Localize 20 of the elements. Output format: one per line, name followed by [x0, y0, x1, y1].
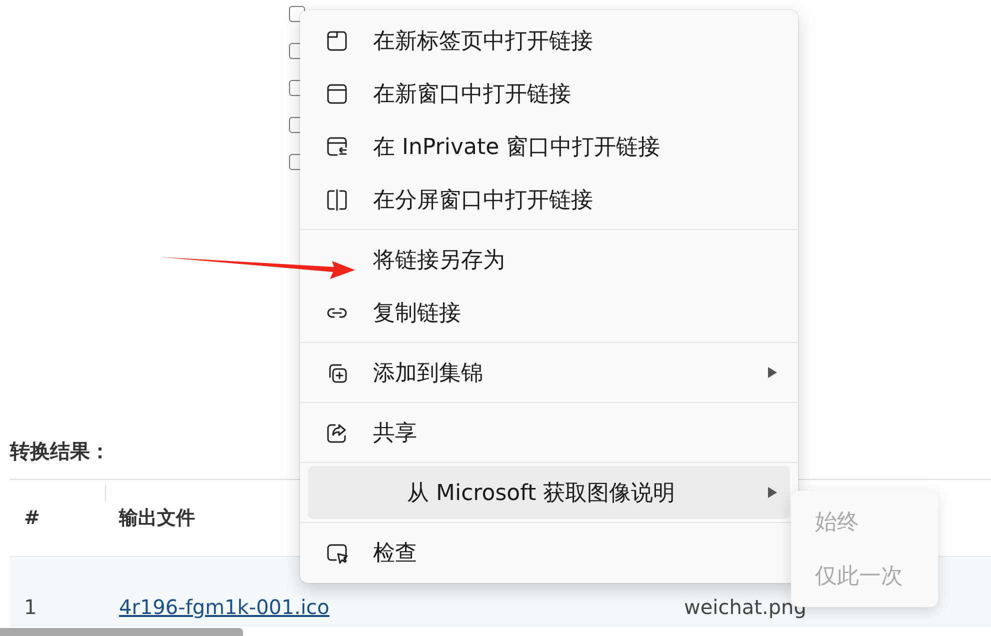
table-cell-text: 1	[23, 595, 38, 619]
split-screen-icon	[325, 188, 349, 212]
private-window-icon	[325, 134, 349, 158]
menu-item[interactable]: 检查	[308, 526, 790, 579]
file-link[interactable]: 4r196-fgm1k-001.ico	[119, 595, 330, 619]
column-header: #	[24, 507, 40, 529]
menu-item[interactable]: 在 InPrivate 窗口中打开链接	[308, 120, 790, 173]
tab-icon	[325, 28, 349, 52]
scrollbar-thumb[interactable]	[0, 628, 243, 636]
menu-item[interactable]: 在分屏窗口中打开链接	[308, 173, 790, 226]
menu-item[interactable]: 添加到集锦	[308, 346, 790, 399]
menu-item[interactable]: 在新标签页中打开链接	[308, 14, 790, 67]
menu-item[interactable]: 将链接另存为	[308, 233, 790, 286]
menu-item[interactable]: 共享	[308, 406, 790, 459]
column-header: 输出文件	[119, 507, 195, 529]
window-icon	[325, 82, 349, 106]
menu-item[interactable]: 在新窗口中打开链接	[308, 67, 790, 120]
section-heading: 转换结果：	[10, 438, 110, 465]
menu-item[interactable]: 从 Microsoft 获取图像说明	[308, 466, 790, 519]
menu-item[interactable]: 复制链接	[308, 286, 790, 339]
